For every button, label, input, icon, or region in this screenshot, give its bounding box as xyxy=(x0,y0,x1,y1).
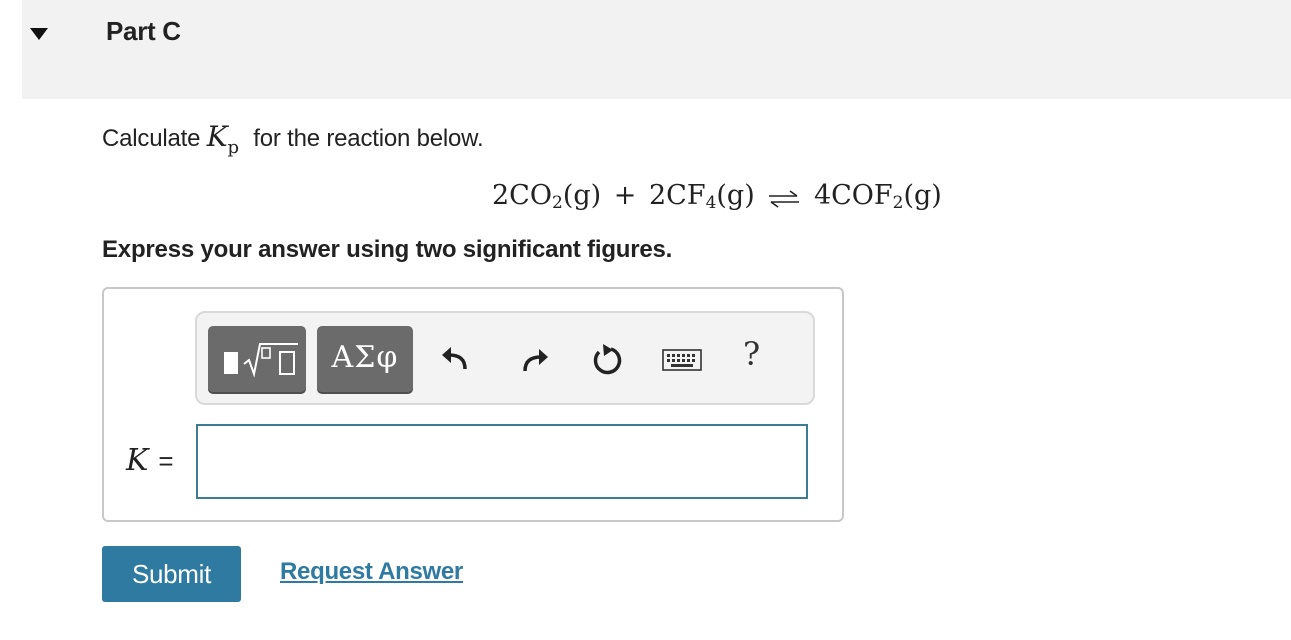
equals-sign: = xyxy=(158,446,174,476)
question-prompt: Calculate Kp for the reaction below. xyxy=(102,120,484,158)
caret-down-icon[interactable] xyxy=(29,26,49,42)
math-templates-icon[interactable] xyxy=(208,326,306,392)
reactant-2-subscript: 4 xyxy=(705,193,717,213)
reactant-1: 2CO xyxy=(492,180,552,211)
reactant-1-subscript: 2 xyxy=(551,193,563,213)
keyboard-icon[interactable] xyxy=(661,341,703,377)
answer-variable: K xyxy=(126,443,149,478)
redo-icon[interactable] xyxy=(517,341,553,377)
product-state: (g) xyxy=(903,180,942,211)
prompt-after: for the reaction below. xyxy=(253,125,484,152)
submit-button[interactable]: Submit xyxy=(102,546,241,602)
greek-letters-button[interactable]: ΑΣφ xyxy=(317,326,413,392)
answer-input[interactable] xyxy=(196,424,808,499)
reset-icon[interactable] xyxy=(589,341,625,377)
answer-variable-label: K = xyxy=(126,443,174,478)
part-title: Part C xyxy=(106,16,181,46)
request-answer-link[interactable]: Request Answer xyxy=(280,558,463,586)
reactant-2-state: (g) xyxy=(716,180,755,211)
help-button[interactable]: ? xyxy=(743,335,760,373)
kp-subscript: p xyxy=(227,137,239,158)
part-header xyxy=(22,0,1291,99)
reactant-2: 2CF xyxy=(648,180,706,211)
product: 4COF xyxy=(813,180,893,211)
equilibrium-arrow-icon xyxy=(767,186,801,208)
undo-icon[interactable] xyxy=(437,341,473,377)
answer-instructions: Express your answer using two significan… xyxy=(102,236,673,263)
answer-panel: ΑΣφ ? K = xyxy=(102,287,844,522)
product-subscript: 2 xyxy=(892,193,904,213)
kp-symbol: K xyxy=(206,120,228,153)
reactant-1-state: (g) xyxy=(562,180,602,211)
prompt-before: Calculate xyxy=(102,125,201,152)
chemical-equation: 2CO2(g) + 2CF4(g) 4COF2(g) xyxy=(492,180,942,213)
plus-sign: + xyxy=(613,180,637,211)
math-toolbar: ΑΣφ ? xyxy=(195,311,815,405)
